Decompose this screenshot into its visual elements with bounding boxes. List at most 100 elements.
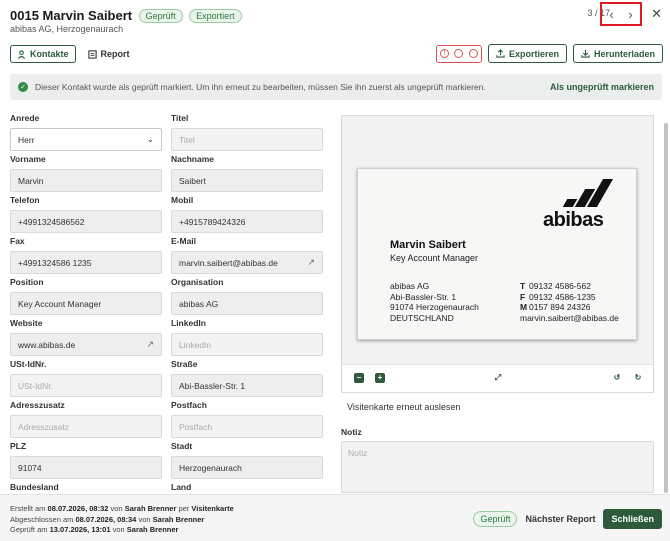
field-postfach: Postfach Postfach: [171, 400, 323, 438]
card-role: Key Account Manager: [390, 253, 479, 263]
audit-created: Erstellt am 08.07.2026, 08:32 von Sarah …: [10, 504, 234, 515]
ustid-input[interactable]: USt-IdNr.: [10, 374, 162, 397]
field-stadt: Stadt Herzogenaurach: [171, 441, 323, 479]
fit-screen-icon[interactable]: ⤢: [493, 373, 503, 383]
image-toolbar: − + ⤢ ↺ ↻: [342, 364, 653, 392]
tab-report[interactable]: Report: [82, 45, 136, 63]
field-label: Telefon: [10, 195, 40, 205]
rotate-right-icon[interactable]: ↻: [633, 373, 643, 383]
select-value: Herr: [18, 134, 35, 145]
field-fax: Fax +4991324586 1235: [10, 236, 162, 274]
field-plz: PLZ 91074: [10, 441, 162, 479]
card-contact-key: M: [520, 302, 528, 312]
field-label: Fax: [10, 236, 25, 246]
audit-text: Erstellt am: [10, 504, 46, 513]
external-link-icon[interactable]: ↗: [146, 339, 154, 350]
status-badge-checked: Geprüft: [138, 8, 183, 23]
download-icon: [581, 49, 590, 58]
chevron-left-icon[interactable]: ‹: [609, 7, 613, 22]
field-label: Land: [171, 482, 192, 491]
card-address-line: 91074 Herzogenaurach: [390, 302, 479, 312]
field-label: PLZ: [10, 441, 27, 451]
field-label: Straße: [171, 359, 198, 369]
next-report-button[interactable]: Nächster Report: [525, 514, 595, 524]
scrollbar-thumb[interactable]: [664, 123, 668, 493]
position-input[interactable]: Key Account Manager: [10, 292, 162, 315]
field-email: E-Mail marvin.saibert@abibas.de ↗: [171, 236, 323, 274]
postfach-input[interactable]: Postfach: [171, 415, 323, 438]
audit-date: 08.07.2026, 08:34: [75, 514, 137, 524]
adresszusatz-input[interactable]: Adresszusatz: [10, 415, 162, 438]
audit-text: per: [178, 504, 190, 513]
card-address-line: Abi-Bassler-Str. 1: [390, 291, 457, 302]
nachname-input[interactable]: Saibert: [171, 169, 323, 192]
upload-icon: [496, 49, 505, 58]
card-name: Marvin Saibert: [390, 239, 466, 251]
external-link-icon[interactable]: ↗: [307, 257, 315, 268]
audit-source: Visitenkarte: [191, 504, 234, 513]
titel-input[interactable]: Titel: [171, 128, 323, 151]
export-button[interactable]: Exportieren: [487, 44, 567, 63]
audit-user: Sarah Brenner: [124, 504, 177, 513]
field-label: USt-IdNr.: [10, 359, 47, 369]
field-linkedin: LinkedIn LinkedIn: [171, 318, 323, 356]
organisation-input[interactable]: abibas AG: [171, 292, 323, 315]
field-land: Land: [171, 482, 323, 491]
field-label: Organisation: [171, 277, 224, 287]
checked-status-badge: Geprüft: [473, 511, 518, 527]
linkedin-input[interactable]: LinkedIn: [171, 333, 323, 356]
audit-completed: Abgeschlossen am 08.07.2026, 08:34 von S…: [10, 515, 234, 526]
record-navigation: ‹ ›: [600, 2, 642, 26]
notes-label: Notiz: [341, 427, 362, 437]
alert-icon: !: [439, 49, 449, 58]
audit-text: von: [138, 514, 151, 524]
notes-textarea[interactable]: Notiz: [341, 441, 654, 493]
audit-checked: Geprüft am 13.07.2026, 13:01 von Sarah B…: [10, 525, 234, 536]
audit-user: Sarah Brenner: [126, 525, 179, 534]
field-anrede: Anrede Herr ⌄: [10, 113, 162, 151]
chevron-down-icon: ⌄: [146, 134, 154, 144]
business-card-viewer: abibas Marvin Saibert Key Account Manage…: [341, 115, 654, 393]
mobil-input[interactable]: +4915789424326: [171, 210, 323, 233]
status-badge-exported: Exportiert: [189, 8, 242, 23]
validation-indicator[interactable]: !: [435, 44, 482, 63]
reread-card-button[interactable]: Visitenkarte erneut auslesen: [347, 402, 460, 412]
card-contact-line: marvin.saibert@abibas.de: [520, 313, 619, 324]
audit-text: Abgeschlossen am: [10, 514, 74, 524]
fax-input[interactable]: +4991324586 1235: [10, 251, 162, 274]
telefon-input[interactable]: +4991324586562: [10, 210, 162, 233]
check-circle-icon: ✓: [18, 82, 28, 92]
email-input[interactable]: marvin.saibert@abibas.de ↗: [171, 251, 323, 274]
close-icon[interactable]: ✕: [651, 6, 662, 22]
scrollbar[interactable]: [664, 113, 668, 493]
zoom-in-icon[interactable]: +: [375, 373, 385, 383]
brand-logo-icon: [553, 175, 614, 207]
card-contact-value: 0157 894 24326: [529, 302, 591, 312]
rotate-left-icon[interactable]: ↺: [612, 373, 622, 383]
close-button[interactable]: Schließen: [603, 509, 662, 529]
field-label: Nachname: [171, 154, 214, 164]
card-brand: abibas: [543, 209, 604, 231]
chevron-right-icon[interactable]: ›: [628, 7, 632, 22]
export-label: Exportieren: [508, 48, 559, 59]
stadt-input[interactable]: Herzogenaurach: [171, 456, 323, 479]
info-banner: ✓ Dieser Kontakt wurde als geprüft marki…: [10, 74, 662, 100]
anrede-select[interactable]: Herr ⌄: [10, 128, 162, 151]
website-input[interactable]: www.abibas.de ↗: [10, 333, 162, 356]
card-address: abibas AG Abi-Bassler-Str. 1 91074 Herzo…: [390, 281, 479, 323]
card-contact-value: marvin.saibert@abibas.de: [520, 312, 619, 323]
download-button[interactable]: Herunterladen: [572, 44, 663, 63]
mark-unchecked-link[interactable]: Als ungeprüft markieren: [550, 82, 654, 92]
vorname-input[interactable]: Marvin: [10, 169, 162, 192]
field-telefon: Telefon +4991324586562: [10, 195, 162, 233]
field-nachname: Nachname Saibert: [171, 154, 323, 192]
zoom-out-icon[interactable]: −: [354, 373, 364, 383]
field-label: Titel: [171, 113, 189, 123]
tab-kontakte[interactable]: Kontakte: [10, 45, 76, 63]
field-organisation: Organisation abibas AG: [171, 277, 323, 315]
plz-input[interactable]: 91074: [10, 456, 162, 479]
strasse-input[interactable]: Abi-Bassler-Str. 1: [171, 374, 323, 397]
field-label: Anrede: [10, 113, 40, 123]
person-icon: [17, 49, 26, 59]
field-label: Bundesland: [10, 482, 59, 491]
